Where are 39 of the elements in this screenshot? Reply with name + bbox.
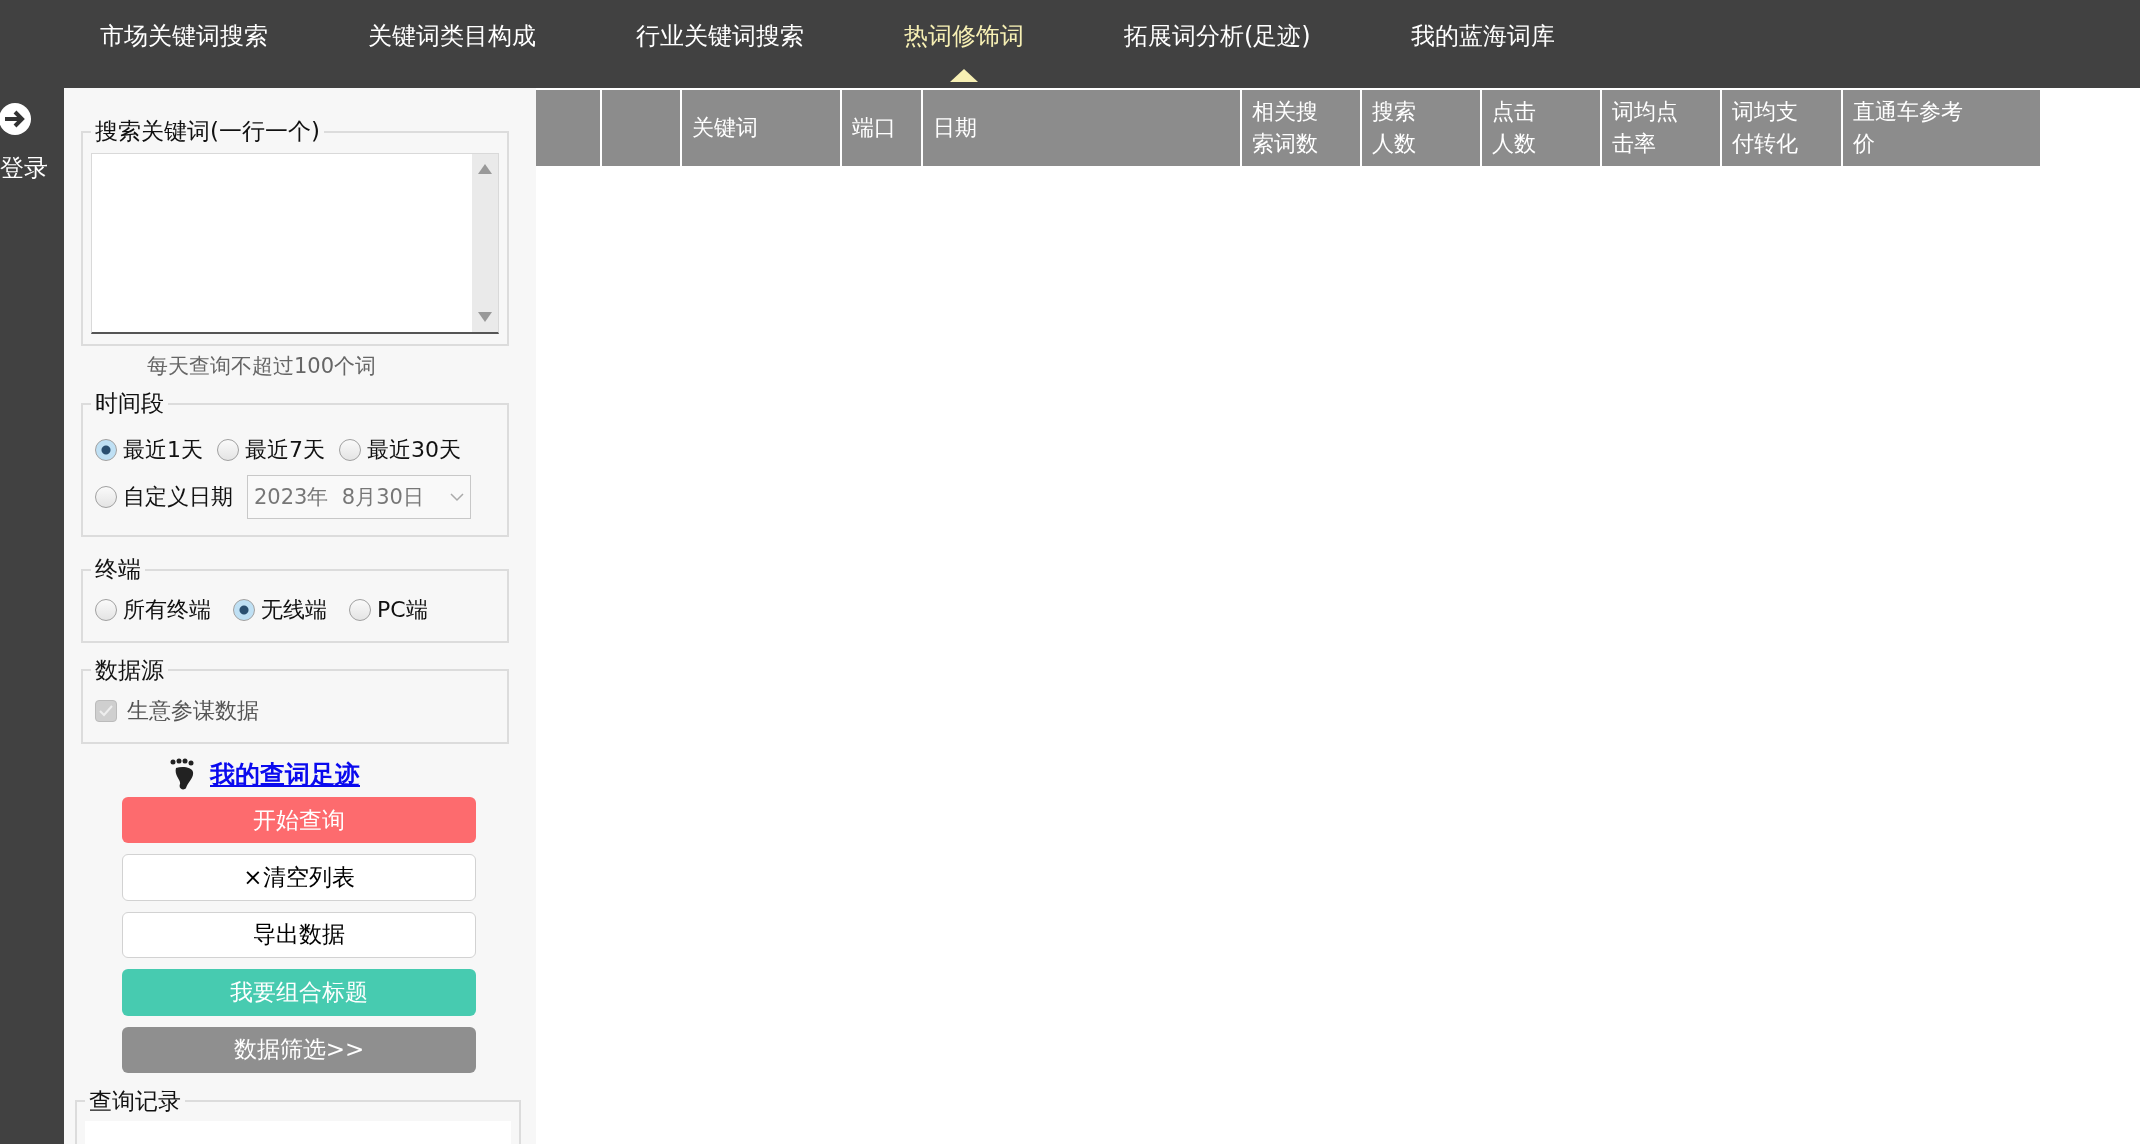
date-picker[interactable]: 2023年 8月30日 bbox=[247, 475, 471, 519]
hint-text: 每天查询不超过100个词 bbox=[147, 353, 378, 380]
login-label[interactable]: 登录 bbox=[0, 152, 48, 184]
login-arrow-icon[interactable] bbox=[0, 100, 34, 138]
radio-icon[interactable] bbox=[95, 439, 117, 461]
column-header[interactable] bbox=[536, 90, 602, 166]
check-icon bbox=[99, 704, 113, 717]
nav-tab[interactable]: 关键词类目构成 bbox=[368, 0, 536, 88]
scroll-down-icon[interactable] bbox=[478, 312, 492, 322]
nav-tab[interactable]: 我的蓝海词库 bbox=[1410, 0, 1555, 88]
radio-option[interactable]: 所有终端 bbox=[95, 595, 211, 626]
action-button[interactable]: ×清空列表 bbox=[122, 854, 476, 901]
action-button[interactable]: 导出数据 bbox=[122, 911, 476, 959]
radio-option[interactable]: PC端 bbox=[349, 595, 428, 626]
radio-icon[interactable] bbox=[95, 599, 117, 622]
nav-tab[interactable]: 拓展词分析(足迹) bbox=[1124, 0, 1311, 88]
radio-icon[interactable] bbox=[339, 439, 361, 461]
keyword-textarea[interactable] bbox=[91, 153, 499, 334]
radio-option[interactable]: 最近7天 bbox=[217, 435, 325, 465]
column-header[interactable] bbox=[602, 90, 682, 166]
radio-option[interactable]: 最近1天 bbox=[95, 435, 203, 465]
fieldset-legend: 时间段 bbox=[91, 388, 168, 419]
nav-tab[interactable]: 行业关键词搜索 bbox=[636, 0, 804, 88]
radio-icon[interactable] bbox=[233, 599, 255, 622]
radio-option[interactable]: 最近30天 bbox=[339, 435, 461, 465]
radio-icon[interactable] bbox=[349, 599, 371, 622]
nav-tab[interactable]: 市场关键词搜索 bbox=[100, 0, 268, 88]
fieldset-legend: 终端 bbox=[91, 554, 145, 586]
radio-option[interactable]: 自定义日期 bbox=[95, 482, 233, 512]
radio-icon[interactable] bbox=[217, 439, 239, 461]
scroll-up-icon[interactable] bbox=[478, 164, 492, 174]
fieldset-legend: 数据源 bbox=[91, 654, 168, 686]
radio-option[interactable]: 无线端 bbox=[233, 595, 327, 626]
fieldset-legend: 查询记录 bbox=[85, 1085, 185, 1117]
chevron-down-icon bbox=[450, 492, 464, 502]
fieldset-legend: 搜索关键词(一行一个) bbox=[91, 116, 324, 147]
radio-icon[interactable] bbox=[95, 486, 117, 508]
history-link[interactable]: 我的查词足迹 bbox=[210, 757, 360, 791]
scrollbar[interactable] bbox=[472, 154, 498, 332]
